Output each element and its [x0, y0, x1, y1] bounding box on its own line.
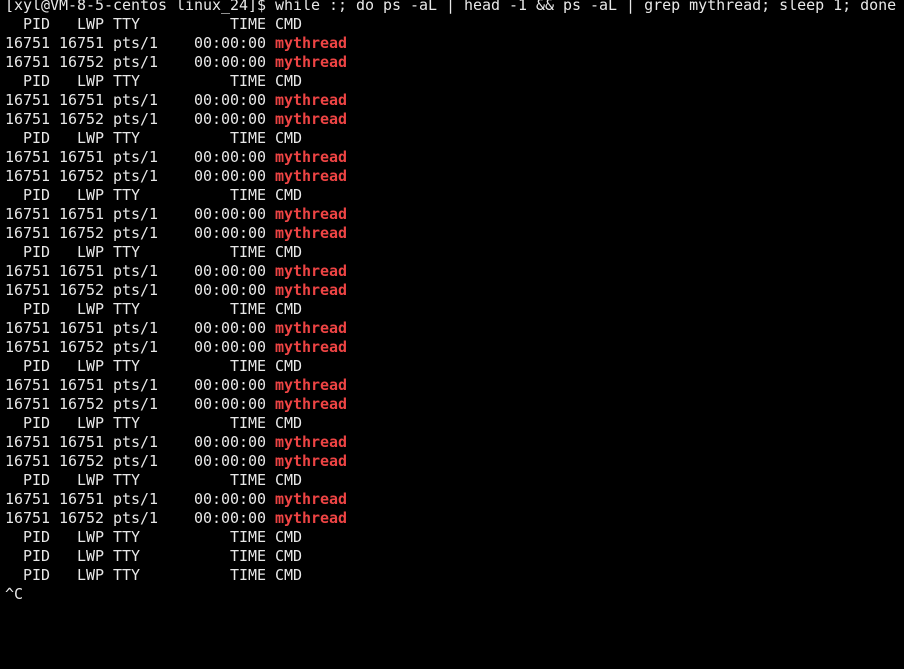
- ps-header-line: PID LWP TTY TIME CMD: [5, 72, 303, 90]
- terminal-window[interactable]: [xyl@VM-8-5-centos linux_24]$ while :; d…: [0, 0, 904, 669]
- process-row: 16751 16751 pts/1 00:00:00 mythread: [5, 91, 904, 110]
- process-row: 16751 16752 pts/1 00:00:00 mythread: [5, 338, 904, 357]
- ps-header-line: PID LWP TTY TIME CMD: [5, 129, 303, 147]
- ps-header-line: PID LWP TTY TIME CMD: [5, 414, 303, 432]
- process-row: 16751 16752 pts/1 00:00:00 mythread: [5, 281, 904, 300]
- grep-match-cmd: mythread: [275, 281, 348, 299]
- grep-match-cmd: mythread: [275, 490, 348, 508]
- process-fields: 16751 16752 pts/1 00:00:00: [5, 395, 276, 413]
- grep-match-cmd: mythread: [275, 262, 348, 280]
- terminal-output: PID LWP TTY TIME CMD 16751 16751 pts/1 00…: [5, 15, 904, 585]
- process-row: 16751 16752 pts/1 00:00:00 mythread: [5, 110, 904, 129]
- grep-match-cmd: mythread: [275, 338, 348, 356]
- process-row: 16751 16752 pts/1 00:00:00 mythread: [5, 509, 904, 528]
- grep-match-cmd: mythread: [275, 509, 348, 527]
- process-fields: 16751 16752 pts/1 00:00:00: [5, 509, 276, 527]
- process-row: 16751 16752 pts/1 00:00:00 mythread: [5, 224, 904, 243]
- process-row: 16751 16751 pts/1 00:00:00 mythread: [5, 319, 904, 338]
- process-row: 16751 16751 pts/1 00:00:00 mythread: [5, 376, 904, 395]
- ps-header-line: PID LWP TTY TIME CMD: [5, 186, 303, 204]
- grep-match-cmd: mythread: [275, 224, 348, 242]
- process-row: 16751 16752 pts/1 00:00:00 mythread: [5, 53, 904, 72]
- ps-header-line: PID LWP TTY TIME CMD: [5, 528, 303, 546]
- process-fields: 16751 16752 pts/1 00:00:00: [5, 110, 276, 128]
- process-fields: 16751 16752 pts/1 00:00:00: [5, 53, 276, 71]
- grep-match-cmd: mythread: [275, 91, 348, 109]
- process-fields: 16751 16751 pts/1 00:00:00: [5, 262, 276, 280]
- process-fields: 16751 16751 pts/1 00:00:00: [5, 148, 276, 166]
- shell-prompt: [xyl@VM-8-5-centos linux_24]$: [5, 0, 276, 14]
- process-fields: 16751 16752 pts/1 00:00:00: [5, 224, 276, 242]
- process-row: 16751 16752 pts/1 00:00:00 mythread: [5, 167, 904, 186]
- grep-match-cmd: mythread: [275, 205, 348, 223]
- ps-header-line: PID LWP TTY TIME CMD: [5, 566, 303, 584]
- process-row: 16751 16751 pts/1 00:00:00 mythread: [5, 490, 904, 509]
- process-row: 16751 16751 pts/1 00:00:00 mythread: [5, 34, 904, 53]
- process-row: 16751 16751 pts/1 00:00:00 mythread: [5, 205, 904, 224]
- process-fields: 16751 16751 pts/1 00:00:00: [5, 319, 276, 337]
- process-fields: 16751 16752 pts/1 00:00:00: [5, 281, 276, 299]
- process-fields: 16751 16751 pts/1 00:00:00: [5, 34, 276, 52]
- ps-header-line: PID LWP TTY TIME CMD: [5, 471, 303, 489]
- grep-match-cmd: mythread: [275, 395, 348, 413]
- ps-header-line: PID LWP TTY TIME CMD: [5, 357, 303, 375]
- process-fields: 16751 16751 pts/1 00:00:00: [5, 376, 276, 394]
- grep-match-cmd: mythread: [275, 53, 348, 71]
- grep-match-cmd: mythread: [275, 167, 348, 185]
- ps-header-line: PID LWP TTY TIME CMD: [5, 300, 303, 318]
- grep-match-cmd: mythread: [275, 319, 348, 337]
- ps-header-line: PID LWP TTY TIME CMD: [5, 15, 303, 33]
- ps-header-line: PID LWP TTY TIME CMD: [5, 243, 303, 261]
- interrupt-line: ^C: [5, 585, 24, 603]
- ps-header-line: PID LWP TTY TIME CMD: [5, 547, 303, 565]
- process-fields: 16751 16752 pts/1 00:00:00: [5, 452, 276, 470]
- shell-command: while :; do ps -aL | head -1 && ps -aL |…: [275, 0, 897, 14]
- command-line: [xyl@VM-8-5-centos linux_24]$ while :; d…: [5, 0, 904, 15]
- process-fields: 16751 16751 pts/1 00:00:00: [5, 490, 276, 508]
- process-fields: 16751 16752 pts/1 00:00:00: [5, 338, 276, 356]
- process-row: 16751 16751 pts/1 00:00:00 mythread: [5, 262, 904, 281]
- process-row: 16751 16752 pts/1 00:00:00 mythread: [5, 452, 904, 471]
- grep-match-cmd: mythread: [275, 433, 348, 451]
- process-row: 16751 16751 pts/1 00:00:00 mythread: [5, 433, 904, 452]
- process-row: 16751 16752 pts/1 00:00:00 mythread: [5, 395, 904, 414]
- grep-match-cmd: mythread: [275, 452, 348, 470]
- grep-match-cmd: mythread: [275, 376, 348, 394]
- grep-match-cmd: mythread: [275, 110, 348, 128]
- process-fields: 16751 16751 pts/1 00:00:00: [5, 91, 276, 109]
- process-fields: 16751 16751 pts/1 00:00:00: [5, 433, 276, 451]
- process-row: 16751 16751 pts/1 00:00:00 mythread: [5, 148, 904, 167]
- grep-match-cmd: mythread: [275, 34, 348, 52]
- process-fields: 16751 16752 pts/1 00:00:00: [5, 167, 276, 185]
- grep-match-cmd: mythread: [275, 148, 348, 166]
- process-fields: 16751 16751 pts/1 00:00:00: [5, 205, 276, 223]
